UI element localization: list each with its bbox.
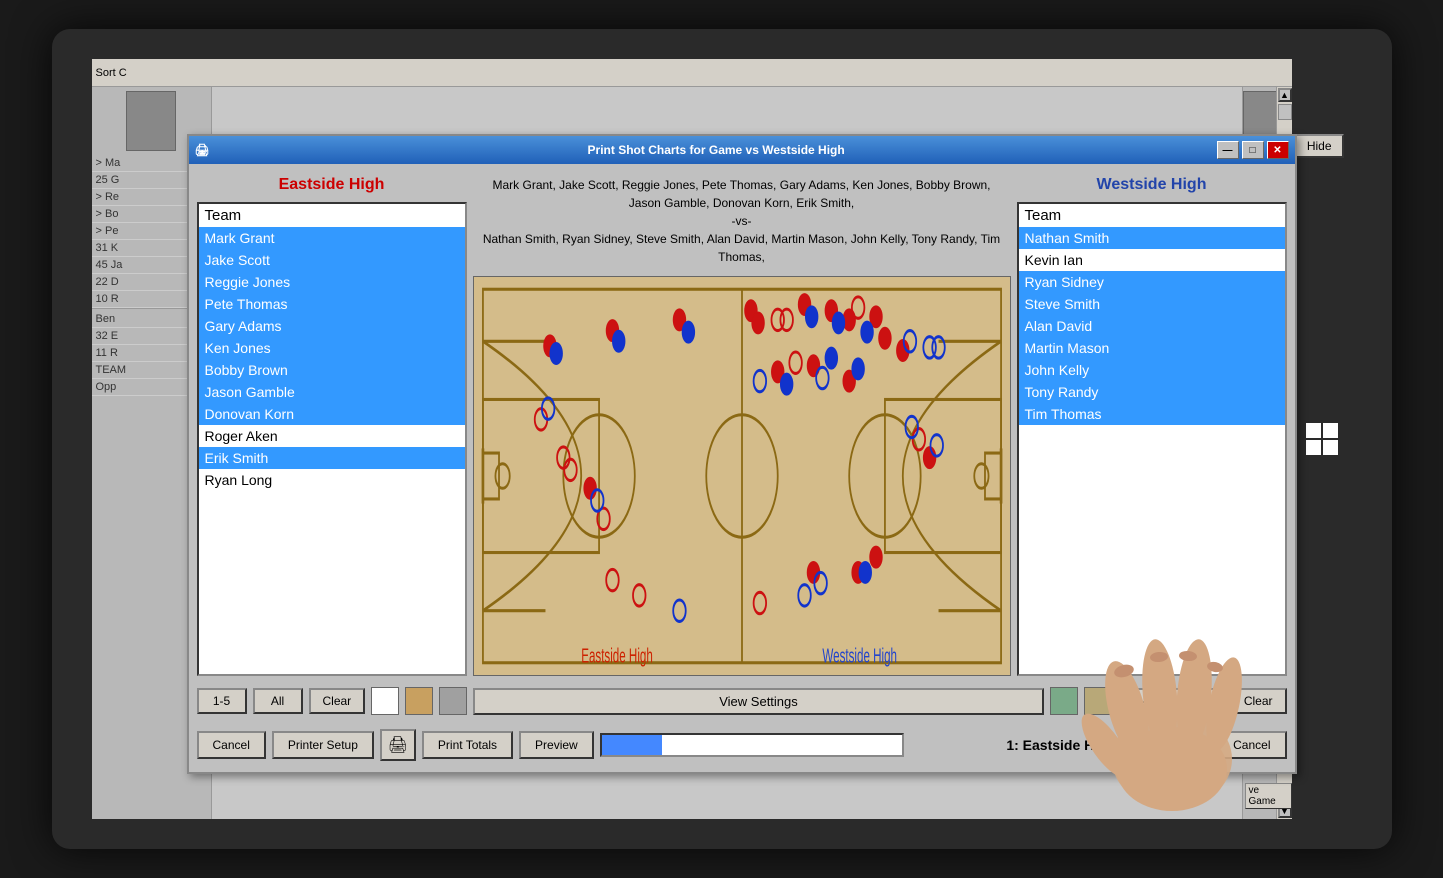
list-item[interactable]: Alan David: [1019, 315, 1285, 337]
color-box-white[interactable]: [371, 687, 399, 715]
maximize-button[interactable]: □: [1242, 141, 1264, 159]
list-item[interactable]: Ken Jones: [199, 337, 465, 359]
list-item[interactable]: Roger Aken: [199, 425, 465, 447]
east-clear-button[interactable]: Clear: [309, 688, 366, 714]
cancel-left-button[interactable]: Cancel: [197, 731, 266, 759]
hide-button[interactable]: Hide: [1295, 134, 1344, 158]
court-container: Eastside High Westside High: [473, 276, 1011, 676]
west-team-header[interactable]: Team: [1019, 204, 1285, 227]
dialog-content: Eastside High Team Mark Grant Jake Scott…: [189, 164, 1295, 772]
west-team-panel: Westside High Team Nathan Smith Kevin Ia…: [1017, 172, 1287, 676]
list-item[interactable]: Ryan Sidney: [1019, 271, 1285, 293]
east-1-5-button[interactable]: 1-5: [197, 688, 247, 714]
list-item[interactable]: Tim Thomas: [1019, 403, 1285, 425]
matchup-text: Mark Grant, Jake Scott, Reggie Jones, Pe…: [473, 172, 1011, 270]
device-frame: Sort C > Ma 25 G > Re > Bo > Pe 31 K 45 …: [52, 29, 1392, 849]
dialog-title-icon: 🖨: [195, 143, 210, 157]
list-item[interactable]: Steve Smith: [1019, 293, 1285, 315]
west-all-button[interactable]: All: [1174, 688, 1224, 714]
west-clear-button[interactable]: Clear: [1230, 688, 1287, 714]
east-all-button[interactable]: All: [253, 688, 303, 714]
list-item[interactable]: Jason Gamble: [199, 381, 465, 403]
list-item[interactable]: Bobby Brown: [199, 359, 465, 381]
preview-button[interactable]: Preview: [519, 731, 594, 759]
list-item[interactable]: Pete Thomas: [199, 293, 465, 315]
print-totals-button[interactable]: Print Totals: [422, 731, 513, 759]
list-item[interactable]: Tony Randy: [1019, 381, 1285, 403]
list-item[interactable]: Jake Scott: [199, 249, 465, 271]
bg-taskbar: Sort C: [92, 59, 1352, 87]
list-item[interactable]: Nathan Smith: [1019, 227, 1285, 249]
progress-bar: [600, 733, 905, 757]
windows-logo: [1292, 59, 1352, 819]
list-item[interactable]: Ryan Long: [199, 469, 465, 491]
west-team-title: Westside High: [1017, 172, 1287, 198]
list-item[interactable]: Erik Smith: [199, 447, 465, 469]
windows-icon: [1306, 423, 1338, 455]
print-icon-button[interactable]: 🖨: [380, 729, 416, 761]
main-dialog: 🖨 Print Shot Charts for Game vs Westside…: [187, 134, 1297, 774]
list-item[interactable]: Donovan Korn: [199, 403, 465, 425]
west-1-5-button[interactable]: 1-5: [1118, 688, 1168, 714]
status-label: 1: Eastside High: [910, 737, 1211, 753]
titlebar-controls: — □ ✕: [1217, 141, 1289, 159]
progress-fill: [602, 735, 662, 755]
dialog-titlebar: 🖨 Print Shot Charts for Game vs Westside…: [189, 136, 1295, 164]
cancel-right-button[interactable]: Cancel: [1217, 731, 1286, 759]
color-box-gray[interactable]: [439, 687, 467, 715]
minimize-button[interactable]: —: [1217, 141, 1239, 159]
list-item[interactable]: John Kelly: [1019, 359, 1285, 381]
center-panel: Mark Grant, Jake Scott, Reggie Jones, Pe…: [473, 172, 1011, 676]
player-photo-left: [126, 91, 176, 151]
screen-area: Sort C > Ma 25 G > Re > Bo > Pe 31 K 45 …: [92, 59, 1352, 819]
list-item[interactable]: Gary Adams: [199, 315, 465, 337]
svg-text:Eastside High: Eastside High: [581, 646, 653, 668]
main-area: Eastside High Team Mark Grant Jake Scott…: [197, 172, 1287, 676]
east-team-title: Eastside High: [197, 172, 467, 198]
east-players-text: Mark Grant, Jake Scott, Reggie Jones, Pe…: [492, 178, 990, 210]
bottom-controls: 1-5 All Clear View Settings 1-5 All Clea…: [197, 682, 1287, 720]
vs-text: -vs-: [732, 214, 752, 228]
east-player-list[interactable]: Team Mark Grant Jake Scott Reggie Jones …: [197, 202, 467, 676]
printer-setup-button[interactable]: Printer Setup: [272, 731, 374, 759]
close-button[interactable]: ✕: [1267, 141, 1289, 159]
list-item[interactable]: Martin Mason: [1019, 337, 1285, 359]
printer-icon: 🖨: [388, 735, 408, 755]
court-svg: Eastside High Westside High: [474, 277, 1010, 675]
color-box-sage[interactable]: [1050, 687, 1078, 715]
dialog-title: Print Shot Charts for Game vs Westside H…: [588, 143, 845, 157]
list-item[interactable]: Mark Grant: [199, 227, 465, 249]
east-team-header[interactable]: Team: [199, 204, 465, 227]
west-player-list[interactable]: Team Nathan Smith Kevin Ian Ryan Sidney …: [1017, 202, 1287, 676]
west-players-text: Nathan Smith, Ryan Sidney, Steve Smith, …: [483, 232, 1000, 264]
view-settings-button[interactable]: View Settings: [473, 688, 1044, 715]
list-item[interactable]: Reggie Jones: [199, 271, 465, 293]
footer-row: Cancel Printer Setup 🖨 Print Totals Prev…: [197, 726, 1287, 764]
sort-label: Sort C: [96, 67, 127, 79]
svg-text:Westside High: Westside High: [822, 646, 897, 668]
east-team-panel: Eastside High Team Mark Grant Jake Scott…: [197, 172, 467, 676]
color-box-tan[interactable]: [405, 687, 433, 715]
color-box-beige[interactable]: [1084, 687, 1112, 715]
list-item[interactable]: Kevin Ian: [1019, 249, 1285, 271]
